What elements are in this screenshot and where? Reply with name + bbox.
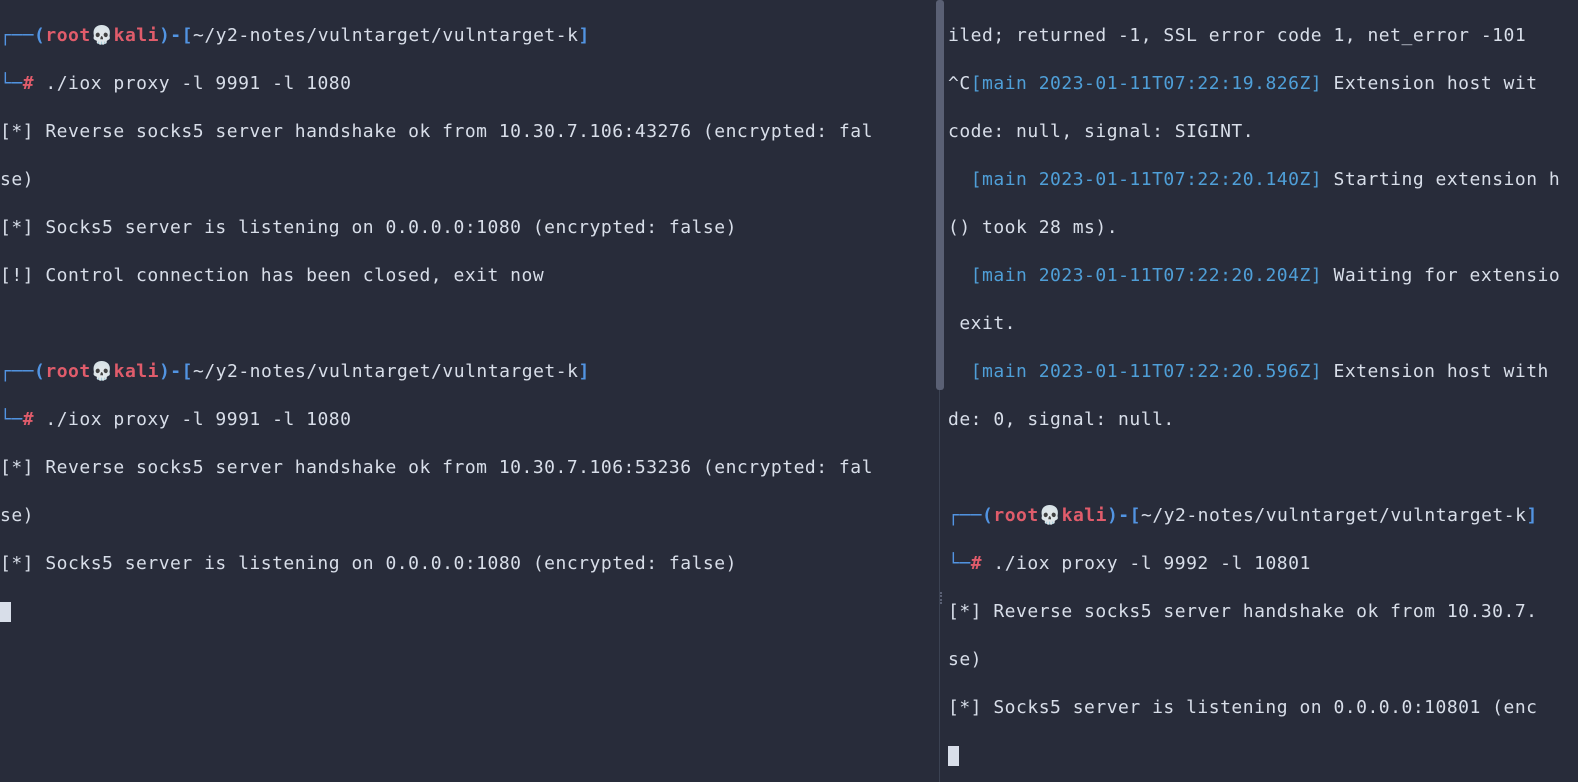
command-text: ./iox proxy -l 9992 -l 10801 bbox=[982, 553, 1311, 574]
prompt-path: ~/y2-notes/vulntarget/vulntarget-k bbox=[1141, 505, 1526, 526]
cursor-icon bbox=[0, 602, 11, 622]
log-timestamp: [main 2023-01-11T07:22:20.596Z] bbox=[971, 361, 1322, 382]
prompt-branch: ┌──( bbox=[0, 25, 45, 46]
log-timestamp: [main 2023-01-11T07:22:20.140Z] bbox=[971, 169, 1322, 190]
prompt-user-host: root💀kali bbox=[45, 361, 159, 382]
log-timestamp: [main 2023-01-11T07:22:20.204Z] bbox=[971, 265, 1322, 286]
output-line: se) bbox=[948, 648, 1578, 672]
output-line: se) bbox=[0, 504, 939, 528]
prompt-symbol: # bbox=[23, 409, 34, 430]
command-text: ./iox proxy -l 9991 -l 1080 bbox=[34, 409, 351, 430]
output-line: () took 28 ms). bbox=[948, 216, 1578, 240]
prompt-symbol: # bbox=[23, 73, 34, 94]
output-line bbox=[948, 265, 971, 286]
output-line: se) bbox=[0, 168, 939, 192]
prompt-close: ] bbox=[1526, 505, 1537, 526]
output-line: [*] Reverse socks5 server handshake ok f… bbox=[0, 456, 939, 480]
terminal-pane-right[interactable]: iled; returned -1, SSL error code 1, net… bbox=[940, 0, 1578, 782]
cursor-line bbox=[948, 744, 1578, 768]
blank-line bbox=[0, 648, 939, 672]
prompt-sep: )-[ bbox=[159, 361, 193, 382]
prompt-path: ~/y2-notes/vulntarget/vulntarget-k bbox=[193, 25, 578, 46]
prompt-close: ] bbox=[578, 25, 589, 46]
output-line bbox=[948, 169, 971, 190]
prompt-branch: └─ bbox=[948, 553, 971, 574]
cursor-icon bbox=[948, 746, 959, 766]
prompt-branch: └─ bbox=[0, 409, 23, 430]
prompt-user-host: root💀kali bbox=[45, 25, 159, 46]
prompt-symbol: # bbox=[971, 553, 982, 574]
prompt-branch: └─ bbox=[0, 73, 23, 94]
blank-line bbox=[0, 744, 939, 768]
blank-line bbox=[0, 696, 939, 720]
prompt-path: ~/y2-notes/vulntarget/vulntarget-k bbox=[193, 361, 578, 382]
output-line: Starting extension h bbox=[1322, 169, 1560, 190]
command-text: ./iox proxy -l 9991 -l 1080 bbox=[34, 73, 351, 94]
pane-divider-icon[interactable] bbox=[940, 592, 944, 604]
output-line: iled; returned -1, SSL error code 1, net… bbox=[948, 24, 1578, 48]
output-line: [*] Socks5 server is listening on 0.0.0.… bbox=[0, 216, 939, 240]
prompt-close: ] bbox=[578, 361, 589, 382]
output-line: de: 0, signal: null. bbox=[948, 408, 1578, 432]
cursor-line bbox=[0, 600, 939, 624]
output-line: Waiting for extensio bbox=[1322, 265, 1560, 286]
output-line: ^C bbox=[948, 73, 971, 94]
output-line: exit. bbox=[948, 312, 1578, 336]
blank-line bbox=[948, 456, 1578, 480]
output-line: [!] Control connection has been closed, … bbox=[0, 264, 939, 288]
prompt-branch: ┌──( bbox=[0, 361, 45, 382]
terminal-pane-left[interactable]: ┌──(root💀kali)-[~/y2-notes/vulntarget/vu… bbox=[0, 0, 940, 782]
output-line: code: null, signal: SIGINT. bbox=[948, 120, 1578, 144]
output-line: [*] Socks5 server is listening on 0.0.0.… bbox=[948, 696, 1578, 720]
output-line: [*] Reverse socks5 server handshake ok f… bbox=[948, 600, 1578, 624]
output-line: Extension host wit bbox=[1322, 73, 1537, 94]
log-timestamp: [main 2023-01-11T07:22:19.826Z] bbox=[971, 73, 1322, 94]
output-line: [*] Socks5 server is listening on 0.0.0.… bbox=[0, 552, 939, 576]
prompt-sep: )-[ bbox=[159, 25, 193, 46]
prompt-sep: )-[ bbox=[1107, 505, 1141, 526]
output-line: Extension host with bbox=[1322, 361, 1549, 382]
scrollbar[interactable] bbox=[936, 0, 944, 390]
blank-line bbox=[0, 312, 939, 336]
prompt-branch: ┌──( bbox=[948, 505, 993, 526]
prompt-user-host: root💀kali bbox=[993, 505, 1107, 526]
output-line: [*] Reverse socks5 server handshake ok f… bbox=[0, 120, 939, 144]
output-line bbox=[948, 361, 971, 382]
